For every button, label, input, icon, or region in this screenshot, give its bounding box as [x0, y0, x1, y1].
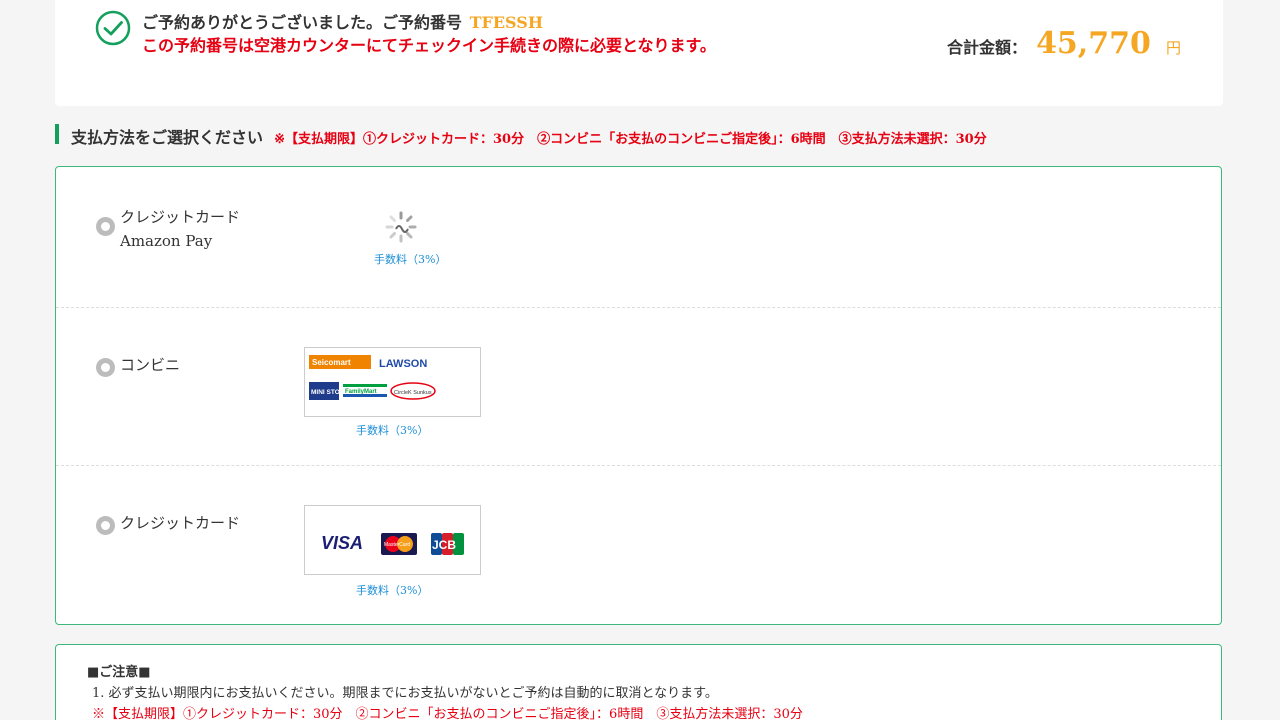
check-circle-icon	[95, 10, 131, 46]
option-label-line2: Amazon Pay	[120, 232, 213, 250]
payment-title: 支払方法をご選択ください	[71, 128, 264, 147]
payment-option-credit-card[interactable]: クレジットカード VISA MasterCard JCB 手数料（3%）	[56, 465, 1221, 625]
total-price: 合計金額： 45,770 円	[947, 26, 1181, 61]
reservation-notice: この予約番号は空港カウンターにてチェックイン手続きの際に必要となります。	[142, 36, 716, 55]
total-label: 合計金額：	[946, 38, 1027, 57]
convenience-store-logos: Seicomart LAWSON MINI STOP FamilyMart Ci…	[304, 347, 481, 417]
fee-label: 手数料（3%）	[374, 253, 447, 266]
reservation-number: TFESSH	[469, 13, 543, 32]
total-amount: 45,770	[1036, 26, 1151, 61]
payment-deadline-note: ※【支払期限】①クレジットカード：30分 ②コンビニ「お支払のコンビニご指定後」…	[274, 132, 987, 147]
option-label-convenience-store[interactable]: コンビニ	[120, 353, 180, 377]
mastercard-logo: MasterCard	[384, 542, 410, 548]
payment-section-title: 支払方法をご選択ください ※【支払期限】①クレジットカード：30分 ②コンビニ「…	[55, 124, 987, 147]
fee-label: 手数料（3%）	[356, 584, 429, 597]
radio-credit-card[interactable]	[96, 516, 115, 535]
credit-card-logos: VISA MasterCard JCB	[304, 505, 481, 575]
radio-amazon-pay[interactable]	[96, 217, 115, 236]
credit-card-logo-image: VISA MasterCard JCB	[321, 533, 464, 555]
option-label-line1: クレジットカード	[120, 208, 241, 226]
familymart-logo: FamilyMart	[345, 389, 377, 395]
radio-convenience-store[interactable]	[96, 358, 115, 377]
jcb-logo: JCB	[432, 538, 456, 552]
thanks-text: ご予約ありがとうございました。ご予約番号	[142, 13, 463, 32]
payment-option-amazon-pay[interactable]: クレジットカード Amazon Pay 手数料（3%）	[56, 167, 1221, 325]
caution-line-1: 1. 必ず支払い期限内にお支払いください。期限までにお支払いがないとご予約は自動…	[92, 686, 718, 701]
caution-heading: ■ご注意■	[87, 665, 151, 680]
option-label-credit-card[interactable]: クレジットカード	[120, 511, 240, 535]
caution-line-2: ※【支払期限】①クレジットカード：30分 ②コンビニ「お支払のコンビニご指定後」…	[92, 707, 803, 720]
circlek-sunkus-logo: CircleK Sunkus	[394, 390, 432, 396]
payment-option-convenience-store[interactable]: コンビニ Seicomart LAWSON MINI STOP FamilyMa…	[56, 307, 1221, 465]
option-label-amazon-pay[interactable]: クレジットカード Amazon Pay	[120, 205, 240, 253]
ministop-logo: MINI STOP	[311, 389, 345, 396]
fee-label: 手数料（3%）	[356, 424, 429, 437]
payment-options-box: クレジットカード Amazon Pay 手数料（3%） コンビニ Seicoma…	[55, 166, 1222, 625]
visa-logo: VISA	[321, 533, 363, 553]
seicomart-logo: Seicomart	[312, 358, 351, 367]
total-unit: 円	[1165, 39, 1181, 57]
thanks-message: ご予約ありがとうございました。ご予約番号 TFESSH	[142, 9, 543, 33]
confirmation-card: ご予約ありがとうございました。ご予約番号 TFESSH この予約番号は空港カウン…	[55, 0, 1223, 106]
caution-box: ■ご注意■ 1. 必ず支払い期限内にお支払いください。期限までにお支払いがないと…	[55, 644, 1222, 720]
convenience-store-logo-image: Seicomart LAWSON MINI STOP FamilyMart Ci…	[309, 355, 436, 400]
loading-spinner-icon	[385, 211, 417, 243]
lawson-logo: LAWSON	[379, 358, 427, 370]
